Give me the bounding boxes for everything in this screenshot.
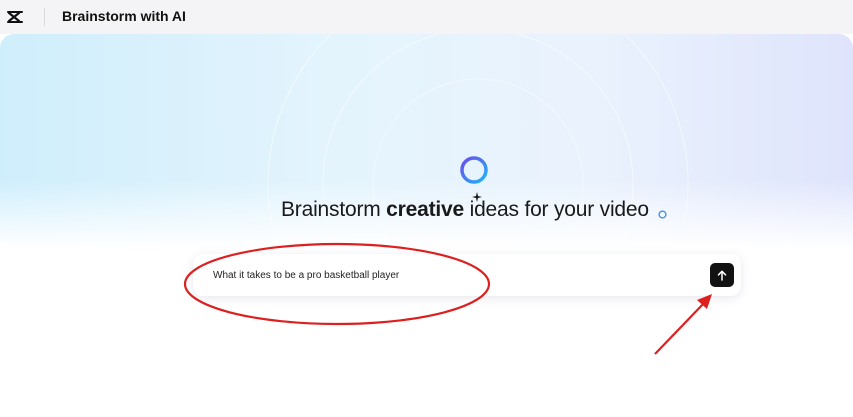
ai-orb-icon <box>460 156 488 184</box>
headline-bold: creative <box>386 198 464 221</box>
sparkle-icon <box>472 192 482 202</box>
headline-text-1: Brainstorm <box>281 198 387 221</box>
small-ring-icon <box>658 210 667 219</box>
brainstorm-panel: Brainstorm creative ideas for your video <box>0 34 853 417</box>
decorative-rings <box>267 34 689 395</box>
send-button[interactable] <box>710 263 734 287</box>
capcut-logo-icon[interactable] <box>5 7 25 27</box>
arrow-up-icon <box>717 270 727 281</box>
app-title: Brainstorm with AI <box>62 8 186 24</box>
headline-text-2: ideas for your video <box>463 198 649 221</box>
headline: Brainstorm creative ideas for your video <box>281 198 649 222</box>
header-divider <box>44 8 45 26</box>
top-bar: Brainstorm with AI <box>0 0 853 34</box>
prompt-input[interactable] <box>213 265 683 285</box>
prompt-box <box>193 254 741 296</box>
